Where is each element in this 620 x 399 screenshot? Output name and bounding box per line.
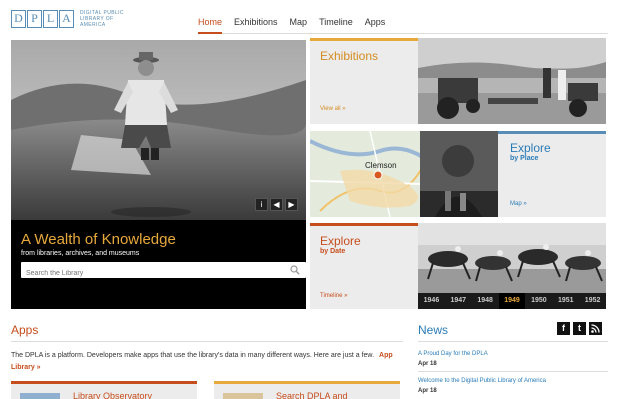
search-input[interactable] xyxy=(21,265,271,282)
card-accent-bar xyxy=(11,381,197,384)
divider xyxy=(418,341,608,342)
prev-slide-button[interactable]: ◀ xyxy=(270,198,283,211)
map-label: Clemson xyxy=(365,161,397,170)
logo-text: Digital Public Library of America xyxy=(80,10,124,28)
library-search xyxy=(21,262,306,282)
hero-photo xyxy=(11,40,306,220)
rss-icon[interactable] xyxy=(589,322,602,335)
news-item: A Proud Day for the DPLA Apr 18 xyxy=(418,351,608,372)
year-1952[interactable]: 1952 xyxy=(579,293,606,309)
search-icon[interactable] xyxy=(290,265,300,275)
apps-description: The DPLA is a platform. Developers make … xyxy=(11,350,407,374)
info-button[interactable]: i xyxy=(255,198,268,211)
tile-accent-bar xyxy=(310,38,418,41)
divider xyxy=(11,341,403,342)
timeline-years: 1946 1947 1948 1949 1950 1951 1952 xyxy=(418,293,606,309)
explore-place-tile[interactable]: Clemson Explore by Place Map » xyxy=(310,131,606,217)
logo-letter: L xyxy=(43,10,58,28)
exhibitions-tile[interactable]: Exhibitions View all » xyxy=(310,38,606,124)
hero-panel: i ◀ ▶ A Wealth of Knowledge from librari… xyxy=(11,40,306,309)
slideshow-controls: i ◀ ▶ xyxy=(255,198,298,211)
apps-description-text: The DPLA is a platform. Developers make … xyxy=(11,352,375,359)
explore-date-title: Explore xyxy=(320,234,361,248)
year-1951[interactable]: 1951 xyxy=(552,293,579,309)
app-card-title: Library Observatory xyxy=(73,391,153,399)
logo-letter: D xyxy=(11,10,26,28)
social-links: f t xyxy=(557,322,602,335)
year-1948[interactable]: 1948 xyxy=(472,293,499,309)
news-title-link[interactable]: A Proud Day for the DPLA xyxy=(418,351,608,357)
app-card[interactable]: Library Observatory xyxy=(11,381,197,399)
news-date: Apr 18 xyxy=(418,388,437,394)
facebook-icon[interactable]: f xyxy=(557,322,570,335)
next-slide-button[interactable]: ▶ xyxy=(285,198,298,211)
year-1947[interactable]: 1947 xyxy=(445,293,472,309)
map-link[interactable]: Map » xyxy=(510,201,527,207)
exhibitions-photo xyxy=(418,38,606,124)
tile-accent-bar xyxy=(498,131,606,134)
logo-letter: A xyxy=(59,10,74,28)
year-1950[interactable]: 1950 xyxy=(525,293,552,309)
app-card[interactable]: Search DPLA and xyxy=(214,381,400,399)
nav-map[interactable]: Map xyxy=(290,12,308,34)
twitter-icon[interactable]: t xyxy=(573,322,586,335)
news-item: Welcome to the Digital Public Library of… xyxy=(418,378,608,394)
nav-home[interactable]: Home xyxy=(198,12,223,34)
dpla-logo[interactable]: D P L A Digital Public Library of Americ… xyxy=(11,9,140,29)
hero-subtitle: from libraries, archives, and museums xyxy=(21,250,140,257)
apps-heading: Apps xyxy=(11,323,39,337)
year-1949-selected[interactable]: 1949 xyxy=(498,293,526,309)
app-thumbnail xyxy=(20,393,60,399)
news-heading: News xyxy=(418,323,449,337)
news-date: Apr 18 xyxy=(418,361,437,367)
main-nav: Home Exhibitions Map Timeline Apps xyxy=(198,12,608,34)
explore-date-tile[interactable]: Explore by Date Timeline » 1946 1947 194… xyxy=(310,223,606,309)
view-all-link[interactable]: View all » xyxy=(320,106,346,112)
timeline-link[interactable]: Timeline » xyxy=(320,293,347,299)
logo-letters: D P L A xyxy=(11,10,75,28)
logo-letter: P xyxy=(27,10,42,28)
nav-apps[interactable]: Apps xyxy=(365,12,386,34)
explore-place-subtitle: by Place xyxy=(510,155,539,162)
year-1946[interactable]: 1946 xyxy=(418,293,445,309)
explore-place-title: Explore xyxy=(510,141,551,155)
map-thumbnail: Clemson xyxy=(310,131,498,217)
nav-exhibitions[interactable]: Exhibitions xyxy=(234,12,278,34)
hero-title: A Wealth of Knowledge xyxy=(21,231,176,248)
tile-accent-bar xyxy=(310,223,418,226)
explore-date-subtitle: by Date xyxy=(320,248,346,255)
exhibitions-title: Exhibitions xyxy=(320,49,379,63)
app-card-title: Search DPLA and xyxy=(276,391,348,399)
horse-race-photo xyxy=(418,223,606,293)
news-title-link[interactable]: Welcome to the Digital Public Library of… xyxy=(418,378,608,384)
nav-timeline[interactable]: Timeline xyxy=(319,12,353,34)
app-thumbnail xyxy=(223,393,263,399)
divider xyxy=(418,371,608,372)
card-accent-bar xyxy=(214,381,400,384)
